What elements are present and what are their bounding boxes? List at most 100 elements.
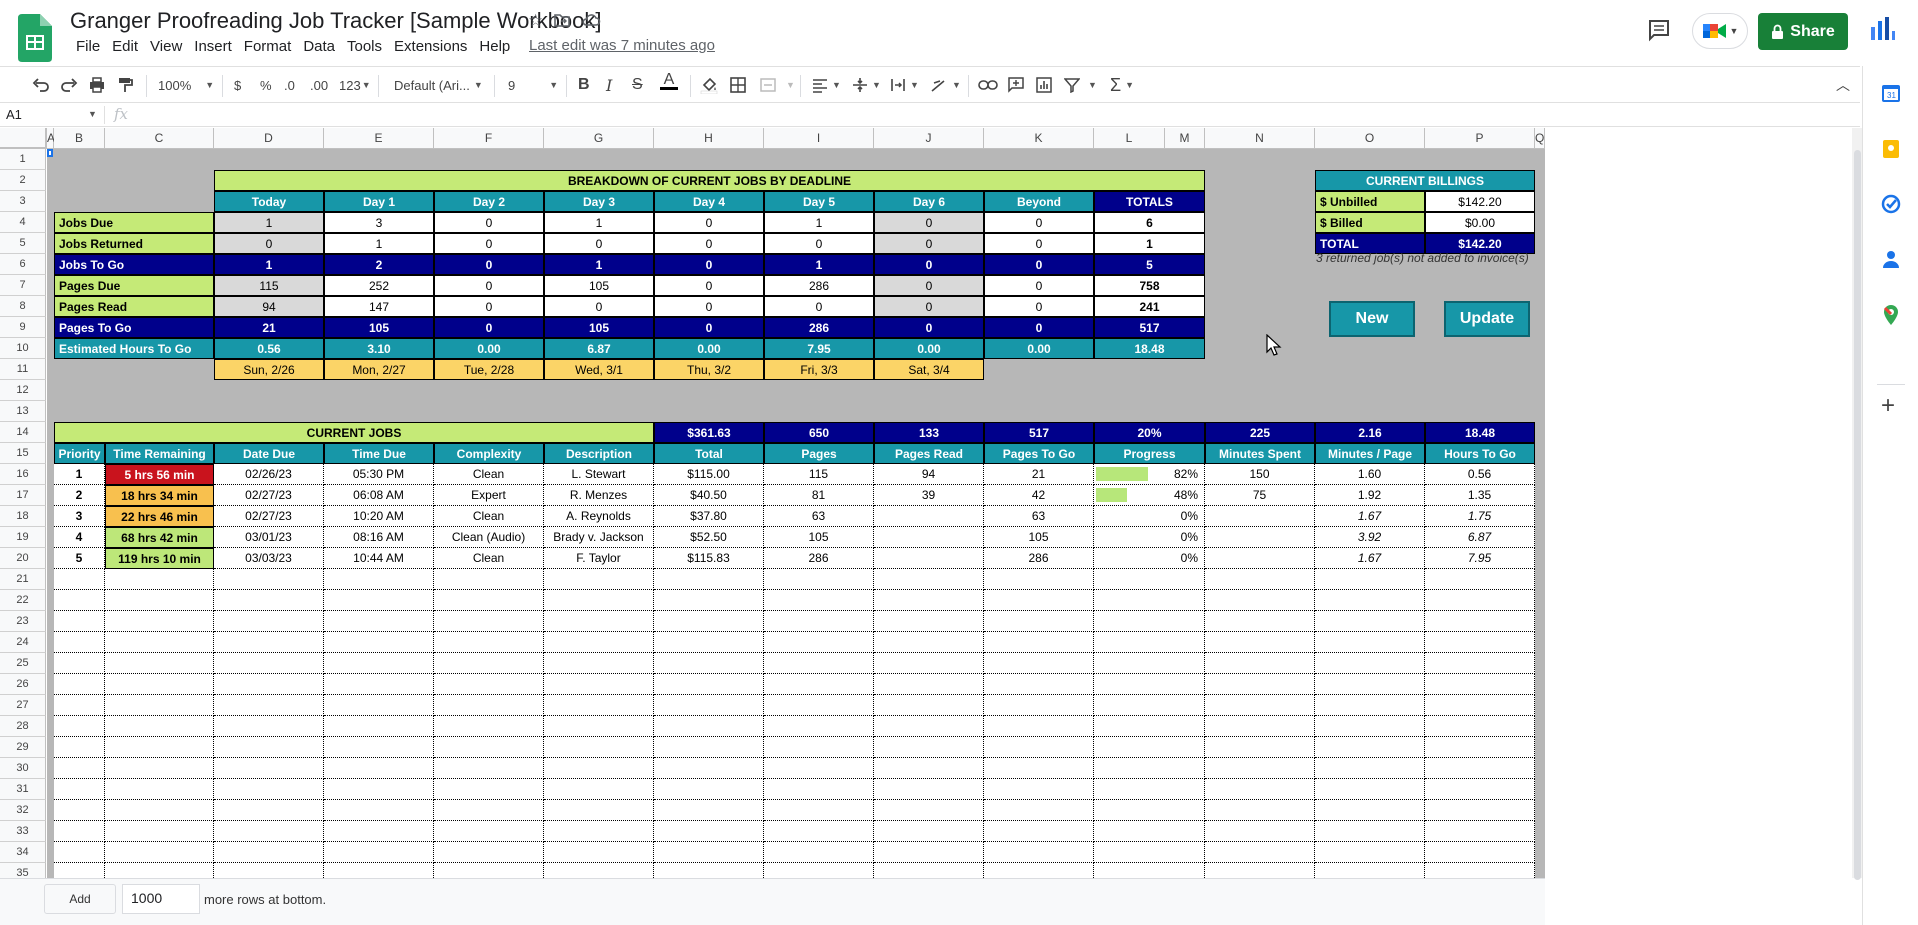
- job-pages-cell[interactable]: 286: [764, 548, 874, 569]
- insert-link-icon[interactable]: [978, 73, 998, 97]
- job-mpp-cell[interactable]: 1.67: [1315, 548, 1425, 569]
- job-complexity-cell[interactable]: Clean (Audio): [434, 527, 544, 548]
- job-read-cell[interactable]: [874, 548, 984, 569]
- empty-job-cell[interactable]: [214, 674, 324, 695]
- empty-job-cell[interactable]: [1205, 611, 1315, 632]
- job-time-cell[interactable]: 10:44 AM: [324, 548, 434, 569]
- empty-job-cell[interactable]: [54, 695, 105, 716]
- empty-job-cell[interactable]: [214, 590, 324, 611]
- empty-job-cell[interactable]: [1425, 569, 1535, 590]
- empty-job-cell[interactable]: [764, 632, 874, 653]
- menu-help[interactable]: Help: [473, 37, 516, 57]
- empty-job-cell[interactable]: [1315, 821, 1425, 842]
- empty-job-cell[interactable]: [984, 590, 1094, 611]
- empty-job-cell[interactable]: [1094, 800, 1205, 821]
- empty-job-cell[interactable]: [1094, 821, 1205, 842]
- empty-job-cell[interactable]: [1094, 653, 1205, 674]
- empty-job-cell[interactable]: [324, 611, 434, 632]
- empty-job-cell[interactable]: [984, 653, 1094, 674]
- empty-job-cell[interactable]: [214, 842, 324, 863]
- empty-job-cell[interactable]: [105, 758, 214, 779]
- font-size-select[interactable]: 9 ▼: [508, 73, 558, 97]
- column-header-g[interactable]: G: [544, 128, 654, 149]
- empty-job-cell[interactable]: [1425, 653, 1535, 674]
- merge-cells-icon[interactable]: ▼: [760, 73, 795, 97]
- comments-icon[interactable]: [1646, 17, 1672, 43]
- empty-job-cell[interactable]: [984, 674, 1094, 695]
- job-remaining-cell[interactable]: 68 hrs 42 min: [105, 527, 214, 548]
- row-header-23[interactable]: 23: [0, 611, 46, 632]
- breakdown-cell[interactable]: 6.87: [544, 338, 654, 359]
- empty-job-cell[interactable]: [1094, 695, 1205, 716]
- empty-job-cell[interactable]: [434, 737, 544, 758]
- job-total-cell[interactable]: $40.50: [654, 485, 764, 506]
- breakdown-cell[interactable]: 0: [874, 233, 984, 254]
- breakdown-cell[interactable]: 0.56: [214, 338, 324, 359]
- empty-job-cell[interactable]: [1425, 758, 1535, 779]
- empty-job-cell[interactable]: [1094, 716, 1205, 737]
- breakdown-cell[interactable]: 0: [434, 212, 544, 233]
- row-header-28[interactable]: 28: [0, 716, 46, 737]
- empty-job-cell[interactable]: [764, 590, 874, 611]
- job-remaining-cell[interactable]: 119 hrs 10 min: [105, 548, 214, 569]
- empty-job-cell[interactable]: [1425, 737, 1535, 758]
- bold-icon[interactable]: B: [578, 73, 590, 97]
- menu-file[interactable]: File: [70, 37, 106, 57]
- empty-job-cell[interactable]: [874, 674, 984, 695]
- breakdown-cell[interactable]: 0: [764, 233, 874, 254]
- empty-job-cell[interactable]: [434, 695, 544, 716]
- job-togo-cell[interactable]: 21: [984, 464, 1094, 485]
- empty-job-cell[interactable]: [654, 653, 764, 674]
- breakdown-cell[interactable]: 0: [984, 233, 1094, 254]
- empty-job-cell[interactable]: [654, 779, 764, 800]
- analytics-icon[interactable]: [1868, 15, 1896, 43]
- breakdown-cell[interactable]: 147: [324, 296, 434, 317]
- increase-decimal-button[interactable]: .00: [310, 73, 328, 97]
- breakdown-cell[interactable]: 21: [214, 317, 324, 338]
- breakdown-cell[interactable]: 105: [324, 317, 434, 338]
- empty-job-cell[interactable]: [324, 674, 434, 695]
- deadline-date[interactable]: Tue, 2/28: [434, 359, 544, 380]
- empty-job-cell[interactable]: [1425, 842, 1535, 863]
- percent-format-button[interactable]: %: [260, 73, 272, 97]
- job-read-cell[interactable]: [874, 506, 984, 527]
- share-button[interactable]: Share: [1758, 13, 1848, 50]
- insert-comment-icon[interactable]: [1008, 73, 1024, 97]
- row-header-19[interactable]: 19: [0, 527, 46, 548]
- row-header-34[interactable]: 34: [0, 842, 46, 863]
- breakdown-cell[interactable]: 1: [764, 212, 874, 233]
- empty-job-cell[interactable]: [1094, 758, 1205, 779]
- paint-format-icon[interactable]: [116, 73, 134, 97]
- empty-job-cell[interactable]: [874, 695, 984, 716]
- empty-job-cell[interactable]: [434, 611, 544, 632]
- breakdown-cell[interactable]: 0: [984, 296, 1094, 317]
- job-priority-cell[interactable]: 2: [54, 485, 105, 506]
- empty-job-cell[interactable]: [1425, 779, 1535, 800]
- job-pages-cell[interactable]: 81: [764, 485, 874, 506]
- empty-job-cell[interactable]: [544, 737, 654, 758]
- job-mpp-cell[interactable]: 1.60: [1315, 464, 1425, 485]
- breakdown-cell[interactable]: 241: [1094, 296, 1205, 317]
- empty-job-cell[interactable]: [105, 716, 214, 737]
- empty-job-cell[interactable]: [764, 569, 874, 590]
- column-header-k[interactable]: K: [984, 128, 1094, 149]
- print-icon[interactable]: [88, 73, 106, 97]
- row-header-18[interactable]: 18: [0, 506, 46, 527]
- breakdown-cell[interactable]: 286: [764, 317, 874, 338]
- job-desc-cell[interactable]: A. Reynolds: [544, 506, 654, 527]
- empty-job-cell[interactable]: [1315, 569, 1425, 590]
- job-read-cell[interactable]: 39: [874, 485, 984, 506]
- breakdown-cell[interactable]: 2: [324, 254, 434, 275]
- empty-job-cell[interactable]: [105, 695, 214, 716]
- column-header-b[interactable]: B: [54, 128, 105, 149]
- move-folder-icon[interactable]: [553, 11, 571, 29]
- job-minutes-cell[interactable]: [1205, 506, 1315, 527]
- menu-insert[interactable]: Insert: [188, 37, 238, 57]
- empty-job-cell[interactable]: [1315, 779, 1425, 800]
- italic-icon[interactable]: I: [606, 73, 612, 97]
- empty-job-cell[interactable]: [1315, 695, 1425, 716]
- row-header-11[interactable]: 11: [0, 359, 46, 380]
- empty-job-cell[interactable]: [874, 569, 984, 590]
- row-header-33[interactable]: 33: [0, 821, 46, 842]
- row-header-27[interactable]: 27: [0, 695, 46, 716]
